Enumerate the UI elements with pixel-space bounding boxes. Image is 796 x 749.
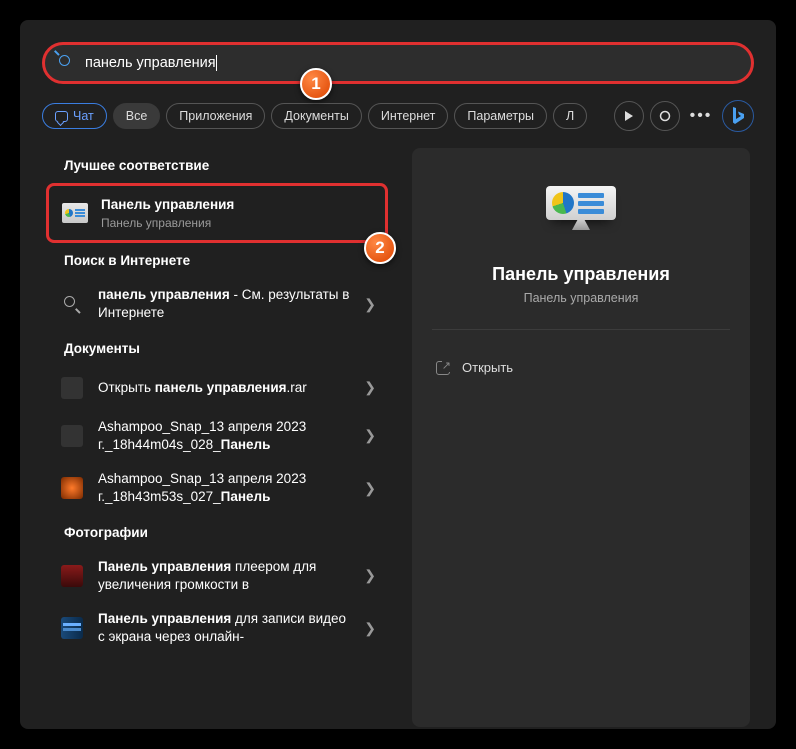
file-icon	[58, 422, 86, 450]
filter-circle[interactable]	[650, 101, 680, 131]
doc-result-1-title: Открыть панель управления.rar	[98, 379, 356, 397]
filter-overflow[interactable]: Л	[553, 103, 587, 129]
doc-result-1[interactable]: Открыть панель управления.rar ❯	[46, 366, 388, 410]
image-icon	[58, 562, 86, 590]
photo-result-1[interactable]: Панель управления плеером для увеличения…	[46, 550, 388, 602]
content-area: Лучшее соответствие Панель управления Па…	[20, 148, 776, 727]
section-photos: Фотографии	[64, 525, 388, 540]
doc-result-3[interactable]: Ashampoo_Snap_13 апреля 2023г._18h43m53s…	[46, 462, 388, 514]
divider	[432, 329, 730, 330]
text-cursor	[216, 55, 217, 71]
results-column: Лучшее соответствие Панель управления Па…	[20, 148, 400, 727]
chevron-right-icon: ❯	[364, 567, 376, 584]
filter-params[interactable]: Параметры	[454, 103, 547, 129]
photo-result-2[interactable]: Панель управления для записи видео с экр…	[46, 602, 388, 654]
file-icon	[58, 474, 86, 502]
section-documents: Документы	[64, 341, 388, 356]
photo-result-1-title: Панель управления плеером для увеличения…	[98, 558, 356, 594]
filter-apps[interactable]: Приложения	[166, 103, 265, 129]
filter-all[interactable]: Все	[113, 103, 161, 129]
filter-more[interactable]: •••	[686, 101, 716, 131]
search-window: панель управления 1 2 Чат Все Приложения…	[20, 20, 776, 729]
control-panel-icon	[61, 199, 89, 227]
chat-icon	[55, 111, 68, 122]
chevron-right-icon: ❯	[364, 620, 376, 637]
open-external-icon	[436, 361, 450, 375]
filter-chat[interactable]: Чат	[42, 103, 107, 129]
image-icon	[58, 614, 86, 642]
detail-title: Панель управления	[432, 264, 730, 285]
detail-card: Панель управления Панель управления Откр…	[412, 148, 750, 727]
search-input-text[interactable]: панель управления	[85, 55, 216, 71]
web-result[interactable]: панель управления - См. результаты в Инт…	[46, 278, 388, 330]
chevron-right-icon: ❯	[364, 296, 376, 313]
filter-bar: Чат Все Приложения Документы Интернет Па…	[42, 100, 754, 132]
open-action[interactable]: Открыть	[432, 354, 730, 381]
chevron-right-icon: ❯	[364, 379, 376, 396]
filter-play[interactable]	[614, 101, 644, 131]
section-web: Поиск в Интернете	[64, 253, 388, 268]
annotation-badge-2: 2	[364, 232, 396, 264]
best-match-result[interactable]: Панель управления Панель управления	[46, 183, 388, 243]
chevron-right-icon: ❯	[364, 427, 376, 444]
best-match-title: Панель управления	[101, 197, 234, 212]
filter-web[interactable]: Интернет	[368, 103, 449, 129]
web-result-title: панель управления - См. результаты в Инт…	[98, 286, 356, 322]
doc-result-2[interactable]: Ashampoo_Snap_13 апреля 2023г._18h44m04s…	[46, 410, 388, 462]
filter-docs[interactable]: Документы	[271, 103, 361, 129]
chevron-right-icon: ❯	[364, 480, 376, 497]
doc-result-3-title: Ashampoo_Snap_13 апреля 2023г._18h43m53s…	[98, 470, 356, 506]
more-icon: •••	[690, 107, 713, 125]
play-icon	[624, 111, 634, 121]
open-action-label: Открыть	[462, 360, 513, 375]
photo-result-2-title: Панель управления для записи видео с экр…	[98, 610, 356, 646]
search-bar-wrap: панель управления	[42, 42, 754, 84]
bing-icon	[730, 106, 746, 126]
search-icon	[58, 290, 86, 318]
annotation-badge-1: 1	[300, 68, 332, 100]
detail-subtitle: Панель управления	[432, 291, 730, 305]
search-box[interactable]: панель управления	[42, 42, 754, 84]
best-match-sub: Панель управления	[101, 216, 373, 230]
control-panel-icon-large	[546, 186, 616, 244]
file-icon	[58, 374, 86, 402]
search-icon	[59, 55, 75, 71]
section-best-match: Лучшее соответствие	[64, 158, 388, 173]
bing-button[interactable]	[722, 100, 754, 132]
circle-icon	[659, 110, 671, 122]
doc-result-2-title: Ashampoo_Snap_13 апреля 2023г._18h44m04s…	[98, 418, 356, 454]
detail-column: Панель управления Панель управления Откр…	[400, 148, 776, 727]
